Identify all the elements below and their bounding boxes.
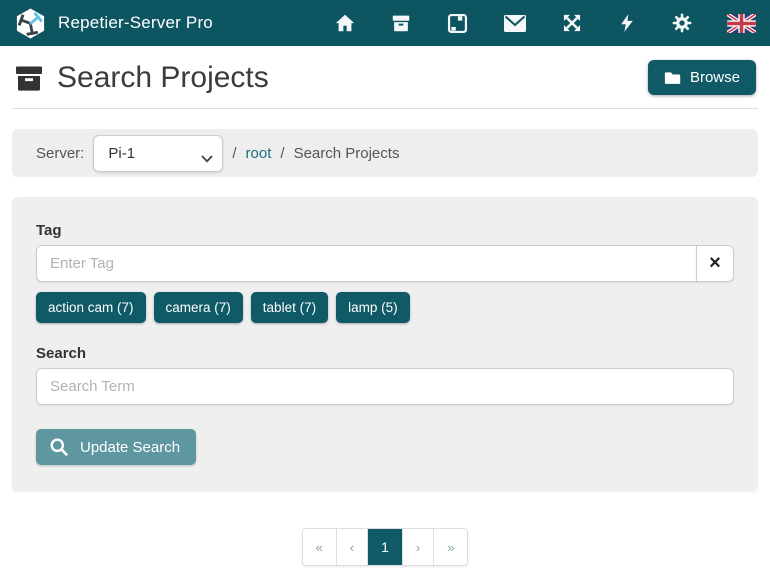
update-search-label: Update Search [80,439,180,456]
server-select[interactable]: Pi-1 [93,135,223,172]
search-icon [49,437,69,457]
navbar-icons [300,12,756,35]
settings-icon[interactable] [671,12,693,34]
page-last-button[interactable]: » [433,529,467,565]
page-first-button[interactable]: « [303,529,336,565]
breadcrumb-root-link[interactable]: root [246,145,272,162]
language-flag-uk-icon[interactable] [727,14,756,33]
power-icon[interactable] [617,12,637,34]
brand[interactable]: Repetier-Server Pro [14,7,213,40]
brand-title: Repetier-Server Pro [58,13,213,33]
tag-button[interactable]: camera (7) [154,292,243,323]
repetier-logo-icon [14,7,47,40]
top-navbar: Repetier-Server Pro [0,0,770,46]
clear-tag-button[interactable]: × [696,245,734,282]
tag-input[interactable] [36,245,697,282]
breadcrumb-separator: / [232,145,236,162]
page-prev-button[interactable]: ‹ [336,529,367,565]
breadcrumb-current: Search Projects [294,145,400,162]
messages-icon[interactable] [503,14,527,33]
server-label: Server: [36,145,84,162]
search-label: Search [36,345,734,362]
page-next-button[interactable]: › [402,529,433,565]
breadcrumb: Server: Pi-1 / root / Search Projects [12,129,758,177]
tag-button[interactable]: tablet (7) [251,292,328,323]
printer-icon[interactable] [446,12,469,35]
tag-input-group: × [36,245,734,282]
page-header: Search Projects Browse [12,46,758,109]
home-icon[interactable] [334,12,356,34]
search-projects-card: Tag × action cam (7) camera (7) tablet (… [12,197,758,491]
tag-button[interactable]: lamp (5) [336,292,410,323]
folder-icon [664,71,681,85]
tag-label: Tag [36,222,734,239]
update-search-button[interactable]: Update Search [36,429,196,465]
fullscreen-icon[interactable] [561,12,583,34]
tag-suggestions: action cam (7) camera (7) tablet (7) lam… [36,292,734,323]
pagination: « ‹ 1 › » [0,528,770,566]
projects-title-icon [14,63,44,93]
browse-button[interactable]: Browse [648,60,756,95]
page-title: Search Projects [57,61,269,95]
page-number-button[interactable]: 1 [367,529,402,565]
projects-icon[interactable] [390,12,412,34]
search-input[interactable] [36,368,734,405]
close-icon: × [709,252,721,274]
breadcrumb-separator: / [280,145,284,162]
tag-button[interactable]: action cam (7) [36,292,146,323]
browse-label: Browse [690,69,740,86]
